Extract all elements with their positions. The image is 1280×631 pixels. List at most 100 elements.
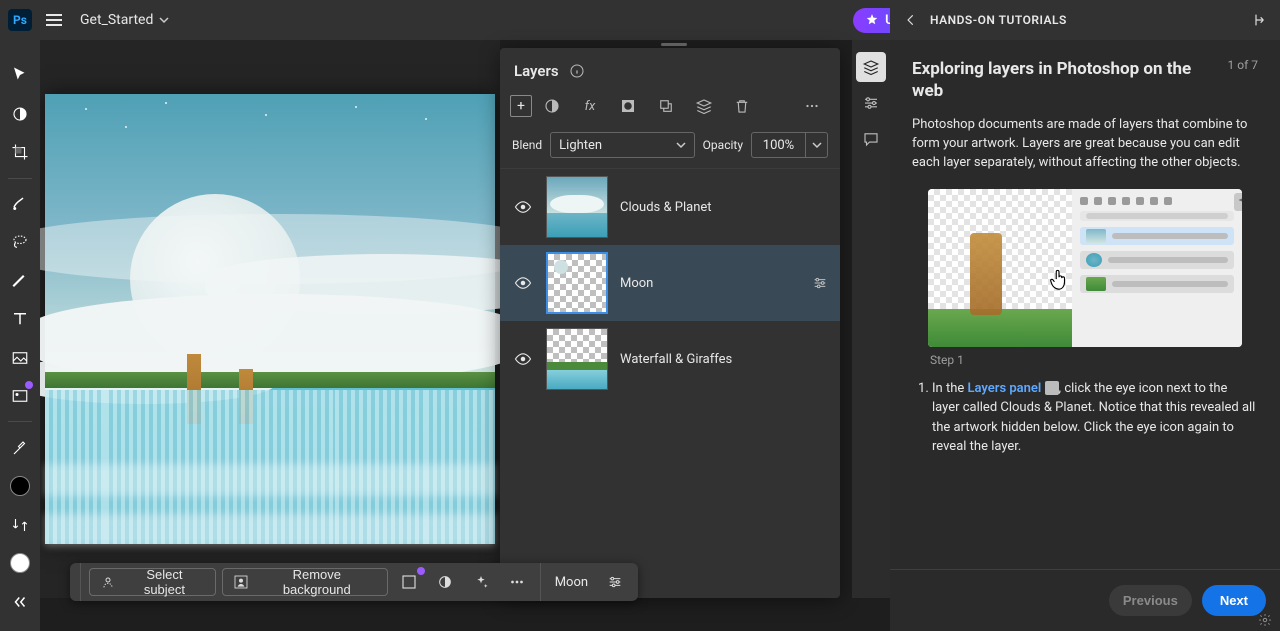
document-title: Get_Started xyxy=(80,12,153,28)
remove-background-button[interactable]: Remove background xyxy=(222,568,388,596)
image-icon xyxy=(11,349,29,367)
tutorial-back-button[interactable] xyxy=(904,13,918,27)
step-text-prefix: In the xyxy=(932,381,967,396)
layers-toolbar: + fx xyxy=(500,88,840,126)
tutorial-steps: In the Layers panel , click the eye icon… xyxy=(912,379,1258,457)
tutorial-settings-button[interactable] xyxy=(1258,613,1272,627)
layers-panel: Layers + fx Blend Lighten Opacity 100% xyxy=(500,48,840,598)
star-icon xyxy=(865,13,879,27)
eyedropper-tool[interactable] xyxy=(3,428,37,467)
remove-bg-label: Remove background xyxy=(257,567,377,597)
opacity-input[interactable]: 100% xyxy=(751,132,806,158)
sparkle-icon xyxy=(473,574,489,590)
more-options-button[interactable] xyxy=(502,568,532,596)
tutorial-step: In the Layers panel , click the eye icon… xyxy=(932,379,1258,457)
layer-thumbnail[interactable] xyxy=(546,252,608,314)
brush-tool[interactable] xyxy=(3,184,37,223)
remove-bg-icon xyxy=(233,574,249,590)
gen-fill-button[interactable] xyxy=(394,568,424,596)
comments-rail-button[interactable] xyxy=(856,124,886,154)
layers-panel-link[interactable]: Layers panel xyxy=(967,381,1041,396)
layer-name: Clouds & Planet xyxy=(620,200,712,215)
chevron-down-icon xyxy=(159,15,169,25)
adjustment-tool[interactable] xyxy=(3,95,37,134)
toggle-visibility-button[interactable] xyxy=(512,350,534,368)
panel-drag-handle[interactable] xyxy=(654,40,694,48)
tutorial-figure xyxy=(928,189,1242,347)
generative-tool[interactable] xyxy=(3,377,37,416)
add-mask-button[interactable] xyxy=(610,92,646,120)
select-subject-icon xyxy=(100,574,116,590)
paintbrush-tool[interactable] xyxy=(3,261,37,300)
info-icon[interactable] xyxy=(569,63,585,79)
layer-row[interactable]: Waterfall & Giraffes xyxy=(500,321,840,397)
group-layers-button[interactable] xyxy=(686,92,722,120)
toggle-visibility-button[interactable] xyxy=(512,274,534,292)
half-circle-icon xyxy=(437,574,453,590)
lasso-tool[interactable] xyxy=(3,223,37,262)
properties-rail-button[interactable] xyxy=(856,88,886,118)
app-logo[interactable]: Ps xyxy=(8,9,32,31)
new-layer-button[interactable]: + xyxy=(510,95,532,117)
next-button[interactable]: Next xyxy=(1202,585,1266,616)
panel-rail xyxy=(852,40,890,598)
crop-tool[interactable] xyxy=(3,133,37,172)
brush-icon xyxy=(11,272,29,290)
clip-mask-button[interactable] xyxy=(648,92,684,120)
lasso-icon xyxy=(11,233,29,251)
document-canvas[interactable] xyxy=(45,94,495,544)
swap-colors[interactable] xyxy=(3,505,37,544)
type-tool[interactable] xyxy=(3,300,37,339)
layer-thumbnail[interactable] xyxy=(546,176,608,238)
layers-rail-button[interactable] xyxy=(856,52,886,82)
toggle-visibility-button[interactable] xyxy=(512,198,534,216)
select-subject-button[interactable]: Select subject xyxy=(89,568,216,596)
layer-row[interactable]: Moon xyxy=(500,245,840,321)
layer-properties-button[interactable] xyxy=(812,275,828,291)
layer-settings-button[interactable] xyxy=(600,568,630,596)
layer-name: Waterfall & Giraffes xyxy=(620,352,732,367)
hamburger-menu[interactable] xyxy=(38,4,70,36)
layer-thumbnail[interactable] xyxy=(546,328,608,390)
tutorial-header: HANDS-ON TUTORIALS xyxy=(890,0,1280,40)
trash-icon xyxy=(733,97,751,115)
opacity-dropdown[interactable] xyxy=(806,132,828,158)
delete-layer-button[interactable] xyxy=(724,92,760,120)
tutorial-breadcrumb: HANDS-ON TUTORIALS xyxy=(930,13,1067,27)
half-circle-icon xyxy=(543,97,561,115)
layers-more-button[interactable] xyxy=(794,92,830,120)
context-toolbar: Select subject Remove background Moon xyxy=(70,563,638,601)
move-tool[interactable] xyxy=(3,56,37,95)
layer-mask-button[interactable] xyxy=(534,92,570,120)
sliders-icon xyxy=(607,574,623,590)
clip-icon xyxy=(657,97,675,115)
tutorial-caption: Step 1 xyxy=(930,353,1258,367)
background-color[interactable] xyxy=(3,544,37,583)
tutorial-popout-button[interactable] xyxy=(1250,12,1266,28)
tutorial-footer: Previous Next xyxy=(890,569,1280,631)
active-layer-name: Moon xyxy=(549,575,594,590)
blend-value: Lighten xyxy=(559,138,602,153)
tutorial-description: Photoshop documents are made of layers t… xyxy=(912,116,1258,173)
image-tool[interactable] xyxy=(3,338,37,377)
sparkle-button[interactable] xyxy=(466,568,496,596)
tutorial-panel: HANDS-ON TUTORIALS Exploring layers in P… xyxy=(890,0,1280,631)
sliders-icon xyxy=(812,275,828,291)
more-icon xyxy=(508,573,526,591)
adjustment-icon xyxy=(11,105,29,123)
eyedropper-icon xyxy=(11,439,29,457)
popout-icon xyxy=(1250,12,1266,28)
blend-mode-dropdown[interactable]: Lighten xyxy=(550,132,695,158)
gen-icon xyxy=(400,573,418,591)
layer-fx-button[interactable]: fx xyxy=(572,92,608,120)
adjust-button[interactable] xyxy=(430,568,460,596)
mask-icon xyxy=(619,97,637,115)
foreground-color[interactable] xyxy=(3,467,37,506)
document-title-dropdown[interactable]: Get_Started xyxy=(76,12,173,28)
canvas-area xyxy=(40,40,500,598)
layer-row[interactable]: Clouds & Planet xyxy=(500,169,840,245)
more-icon xyxy=(803,97,821,115)
collapse-tools-button[interactable] xyxy=(3,583,37,622)
generative-icon xyxy=(11,387,29,405)
sliders-icon xyxy=(862,94,880,112)
